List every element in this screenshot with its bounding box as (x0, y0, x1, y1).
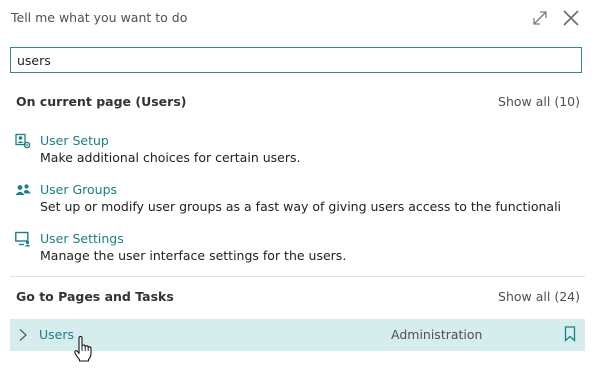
user-groups-link[interactable]: User Groups (40, 182, 117, 197)
user-groups-icon (15, 184, 31, 195)
search-box[interactable] (10, 47, 582, 73)
result-row-users[interactable]: Users Administration (10, 319, 585, 351)
user-setup-icon (15, 133, 31, 149)
user-settings-link[interactable]: User Settings (40, 231, 124, 246)
current-page-show-all-link[interactable]: Show all (10) (498, 94, 580, 109)
user-setup-description: Make additional choices for certain user… (40, 150, 301, 165)
user-settings-icon (15, 231, 31, 247)
user-groups-description: Set up or modify user groups as a fast w… (40, 199, 560, 214)
result-users-link[interactable]: Users (39, 327, 74, 342)
pages-tasks-section-title: Go to Pages and Tasks (16, 289, 174, 304)
hand-cursor-icon (74, 336, 92, 362)
result-users-category: Administration (391, 327, 483, 342)
chevron-right-icon[interactable] (16, 328, 30, 342)
section-divider (10, 276, 585, 277)
search-input[interactable] (11, 48, 581, 72)
user-settings-description: Manage the user interface settings for t… (40, 248, 347, 263)
dialog-title: Tell me what you want to do (11, 10, 188, 25)
bookmark-icon[interactable] (564, 326, 576, 342)
user-setup-link[interactable]: User Setup (40, 133, 109, 148)
close-icon[interactable] (561, 8, 581, 28)
pages-tasks-show-all-link[interactable]: Show all (24) (498, 289, 580, 304)
current-page-section-title: On current page (Users) (16, 94, 187, 109)
expand-icon[interactable] (530, 8, 550, 28)
